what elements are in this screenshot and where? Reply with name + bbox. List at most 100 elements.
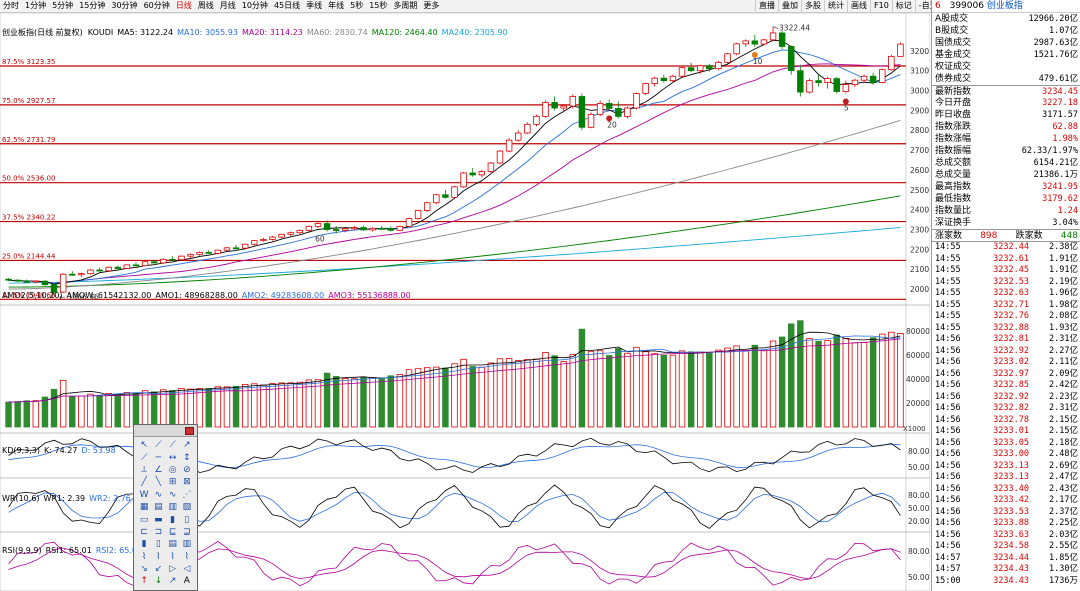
toolbar-button[interactable]: 统计: [824, 0, 847, 12]
draw-tool-icon[interactable]: ▤: [166, 538, 180, 550]
draw-tool-icon[interactable]: W: [137, 489, 151, 501]
volume-bar[interactable]: [32, 400, 40, 428]
volume-bar[interactable]: [605, 355, 613, 428]
candle[interactable]: [724, 53, 731, 63]
candle[interactable]: [305, 225, 313, 231]
period-tab[interactable]: 月线: [217, 0, 239, 12]
volume-bar[interactable]: [715, 349, 722, 428]
volume-bar[interactable]: [387, 375, 395, 428]
volume-bar[interactable]: [496, 358, 504, 428]
volume-bar[interactable]: [760, 349, 768, 428]
candle[interactable]: [742, 40, 749, 45]
toolbar-button[interactable]: 画线: [847, 0, 870, 12]
candle[interactable]: [851, 79, 859, 85]
candle[interactable]: [487, 162, 495, 172]
volume-bar[interactable]: [697, 351, 704, 428]
volume-bar[interactable]: [360, 376, 367, 428]
candle[interactable]: [888, 55, 895, 71]
volume-bar[interactable]: [806, 338, 813, 428]
period-tab[interactable]: 季线: [303, 0, 325, 12]
candle[interactable]: [524, 123, 531, 134]
candle[interactable]: [87, 269, 94, 275]
volume-bar[interactable]: [423, 367, 431, 428]
draw-tool-icon[interactable]: ∠: [151, 464, 165, 476]
draw-tool-icon[interactable]: ▥: [180, 538, 194, 550]
candle[interactable]: [842, 84, 850, 92]
candle[interactable]: [32, 280, 40, 283]
toolbar-button[interactable]: F10: [870, 0, 892, 12]
candle[interactable]: [879, 69, 886, 83]
draw-tool-icon[interactable]: ╱: [137, 476, 151, 488]
period-tab[interactable]: 日线: [173, 0, 195, 12]
volume-bar[interactable]: [433, 366, 440, 428]
draw-tool-icon[interactable]: ⟋: [137, 451, 151, 463]
draw-tool-icon[interactable]: ↖: [137, 439, 151, 451]
period-tab[interactable]: 5秒: [347, 0, 366, 12]
volume-bar[interactable]: [505, 358, 513, 428]
period-tab[interactable]: 15秒: [366, 0, 390, 12]
draw-tool-icon[interactable]: ⌇: [166, 551, 180, 563]
period-tab[interactable]: 周线: [195, 0, 217, 12]
draw-tool-icon[interactable]: ▥: [166, 501, 180, 513]
volume-bar[interactable]: [897, 332, 904, 428]
volume-bar[interactable]: [769, 340, 777, 428]
draw-tool-icon[interactable]: ⟋: [151, 439, 165, 451]
candle[interactable]: [251, 240, 258, 245]
volume-bar[interactable]: [342, 378, 349, 428]
volume-bar[interactable]: [214, 386, 222, 428]
volume-bar[interactable]: [596, 350, 604, 428]
candle[interactable]: [14, 279, 21, 282]
volume-bar[interactable]: [314, 379, 322, 428]
candle[interactable]: [897, 43, 904, 57]
volume-bar[interactable]: [751, 344, 759, 428]
draw-tool-icon[interactable]: ↙: [151, 563, 165, 575]
volume-bar[interactable]: [378, 377, 385, 428]
candle[interactable]: [96, 269, 103, 272]
volume-bar[interactable]: [633, 346, 640, 428]
draw-tool-icon[interactable]: ↘: [137, 563, 151, 575]
period-tab[interactable]: 5分钟: [49, 0, 76, 12]
volume-bar[interactable]: [78, 395, 85, 428]
candle[interactable]: [314, 223, 322, 227]
candle[interactable]: [769, 32, 777, 41]
candle[interactable]: [178, 255, 185, 261]
candle[interactable]: [423, 202, 431, 211]
candle[interactable]: [806, 80, 813, 93]
drawing-toolbox-titlebar[interactable]: [134, 425, 197, 437]
draw-tool-icon[interactable]: ▮: [137, 538, 151, 550]
volume-bar[interactable]: [888, 331, 895, 428]
candle[interactable]: [797, 70, 804, 93]
candle[interactable]: [451, 186, 458, 198]
draw-tool-icon[interactable]: ⌇: [180, 551, 194, 563]
volume-bar[interactable]: [642, 351, 649, 428]
volume-bar[interactable]: [405, 369, 413, 428]
volume-bar[interactable]: [132, 392, 140, 428]
draw-tool-icon[interactable]: ▮: [166, 513, 180, 525]
candle[interactable]: [860, 75, 868, 81]
volume-bar[interactable]: [551, 355, 558, 428]
draw-tool-icon[interactable]: ↕: [180, 451, 194, 463]
candle[interactable]: [760, 39, 768, 45]
candle[interactable]: [105, 266, 112, 272]
candle[interactable]: [169, 258, 176, 261]
candle[interactable]: [278, 233, 285, 238]
period-tab[interactable]: 1分钟: [22, 0, 49, 12]
volume-bar[interactable]: [824, 340, 831, 428]
draw-tool-icon[interactable]: ∿: [166, 489, 180, 501]
candle[interactable]: [615, 108, 622, 117]
candle[interactable]: [514, 132, 522, 141]
volume-bar[interactable]: [678, 350, 686, 428]
volume-bar[interactable]: [778, 336, 786, 428]
candle[interactable]: [533, 115, 540, 125]
candle[interactable]: [241, 243, 249, 249]
period-tab[interactable]: 45日线: [271, 0, 303, 12]
volume-bar[interactable]: [706, 352, 713, 428]
volume-bar[interactable]: [278, 382, 285, 428]
candle[interactable]: [196, 251, 203, 255]
candle[interactable]: [660, 77, 668, 81]
draw-tool-icon[interactable]: ─: [151, 451, 165, 463]
period-tab[interactable]: 分时: [0, 0, 22, 12]
volume-bar[interactable]: [69, 396, 76, 428]
candle[interactable]: [651, 77, 658, 84]
candle[interactable]: [560, 105, 567, 109]
